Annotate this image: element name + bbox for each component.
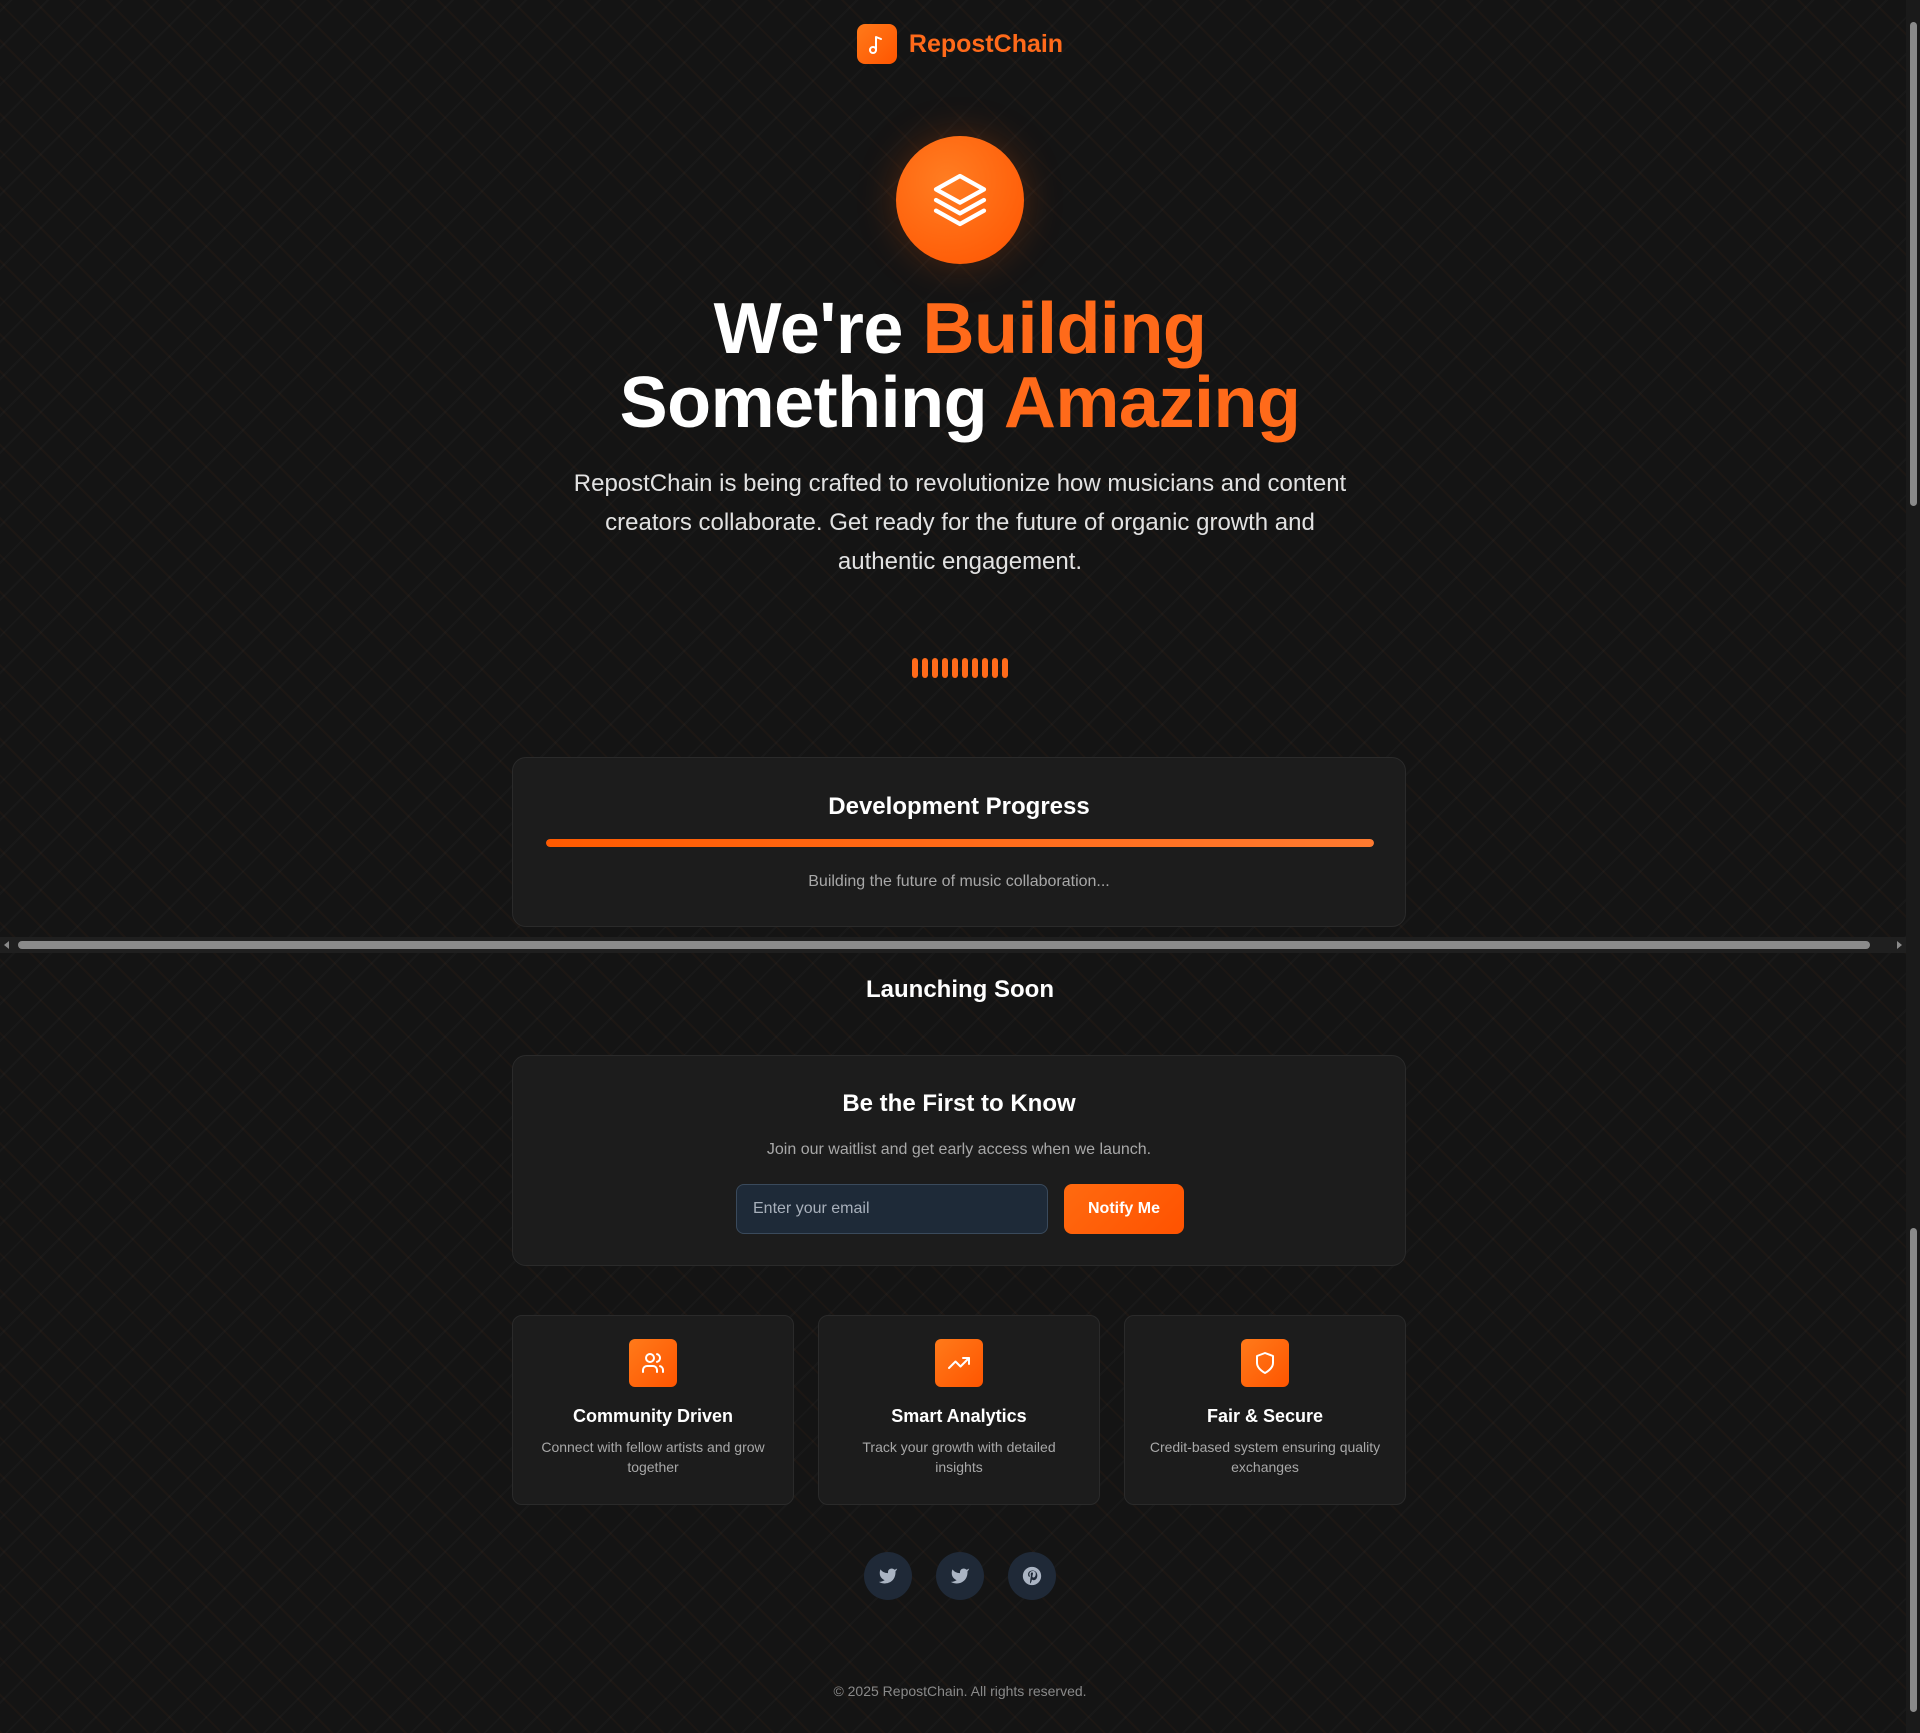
progress-caption: Building the future of music collaborati… — [808, 873, 1110, 890]
horizontal-scrollbar[interactable] — [0, 937, 1906, 953]
vertical-scrollbar[interactable] — [1906, 0, 1920, 1733]
equalizer-bar — [922, 658, 928, 678]
progress-card: Development Progress Building the future… — [512, 757, 1406, 927]
header: RepostChain — [0, 24, 1920, 64]
equalizer-bar — [992, 658, 998, 678]
footer-copyright: © 2025 RepostChain. All rights reserved. — [833, 1683, 1087, 1699]
music-note-icon[interactable] — [856, 24, 897, 64]
equalizer-bar — [932, 658, 938, 678]
feature-card-analytics: Smart Analytics Track your growth with d… — [818, 1315, 1100, 1505]
email-input[interactable] — [736, 1184, 1048, 1234]
shield-icon — [1241, 1339, 1289, 1387]
social-links — [0, 1552, 1920, 1600]
feature-title: Smart Analytics — [891, 1406, 1027, 1426]
twitter-icon[interactable] — [936, 1552, 984, 1600]
pinterest-icon[interactable] — [1008, 1552, 1056, 1600]
equalizer-bar — [972, 658, 978, 678]
progress-title: Development Progress — [828, 793, 1090, 820]
headline-part1: We're — [713, 289, 923, 369]
headline-accent-building: Building — [922, 289, 1207, 369]
feature-card-community: Community Driven Connect with fellow art… — [512, 1315, 794, 1505]
progress-bar — [546, 839, 1374, 847]
equalizer-bars — [0, 658, 1920, 678]
feature-description: Track your growth with detailed insights — [862, 1439, 1056, 1475]
horizontal-scrollbar-thumb[interactable] — [18, 941, 1870, 949]
feature-title: Community Driven — [572, 1406, 734, 1426]
waitlist-title: Be the First to Know — [842, 1090, 1076, 1117]
features-grid: Community Driven Connect with fellow art… — [512, 1315, 1406, 1505]
brand-name[interactable]: RepostChain — [909, 30, 1063, 59]
layers-icon — [896, 136, 1024, 264]
hero-headline: We're Building Something Amazing — [0, 292, 1920, 440]
twitter-icon[interactable] — [864, 1552, 912, 1600]
equalizer-bar — [982, 658, 988, 678]
vertical-scrollbar-thumb[interactable] — [1910, 22, 1917, 506]
feature-card-secure: Fair & Secure Credit-based system ensuri… — [1124, 1315, 1406, 1505]
equalizer-bar — [912, 658, 918, 678]
users-icon — [629, 1339, 677, 1387]
waitlist-subtitle: Join our waitlist and get early access w… — [766, 1141, 1152, 1158]
hero-description: RepostChain is being crafted to revoluti… — [573, 470, 1347, 575]
headline-accent-amazing: Amazing — [1003, 363, 1301, 443]
equalizer-bar — [1002, 658, 1008, 678]
equalizer-bar — [942, 658, 948, 678]
equalizer-bar — [952, 658, 958, 678]
progress-fill — [546, 839, 1374, 847]
feature-description: Connect with fellow artists and grow tog… — [541, 1439, 765, 1475]
scroll-left-arrow-icon[interactable] — [4, 941, 9, 949]
feature-description: Credit-based system ensuring quality exc… — [1149, 1439, 1381, 1475]
vertical-scrollbar-thumb[interactable] — [1910, 1228, 1917, 1712]
waitlist-card: Be the First to Know Join our waitlist a… — [512, 1055, 1406, 1266]
notify-me-button[interactable]: Notify Me — [1064, 1184, 1184, 1234]
scroll-right-arrow-icon[interactable] — [1897, 941, 1902, 949]
feature-title: Fair & Secure — [1206, 1406, 1324, 1426]
launching-soon-title: Launching Soon — [866, 976, 1054, 1003]
equalizer-bar — [962, 658, 968, 678]
headline-part2: Something — [619, 363, 1004, 443]
trending-up-icon — [935, 1339, 983, 1387]
